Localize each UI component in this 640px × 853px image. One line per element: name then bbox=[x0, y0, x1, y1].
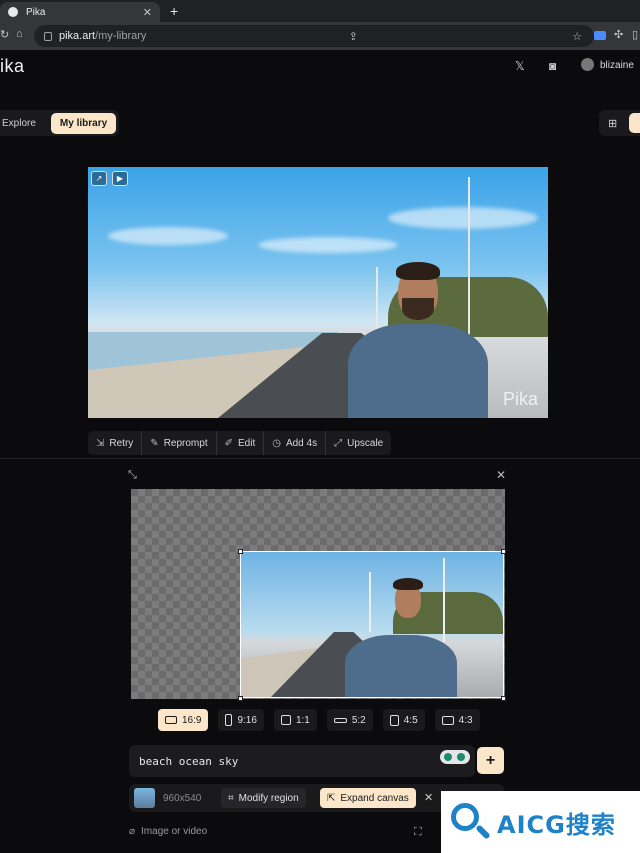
browser-tab[interactable]: Pika ✕ bbox=[0, 2, 160, 22]
resize-handle-top-right[interactable] bbox=[501, 549, 506, 554]
edit-button[interactable]: ✐ Edit bbox=[217, 431, 265, 455]
landscape-icon bbox=[441, 715, 454, 725]
retry-icon: ⇲ bbox=[96, 437, 105, 449]
sidebar-icon[interactable]: ▯ bbox=[632, 28, 638, 41]
collapse-icon[interactable]: ⤡ bbox=[128, 469, 137, 482]
magnifier-icon bbox=[449, 801, 491, 843]
portrait-icon bbox=[225, 714, 233, 726]
pika-watermark: Pika bbox=[502, 389, 538, 409]
resize-handle-bottom-left[interactable] bbox=[238, 696, 243, 701]
portrait-icon bbox=[389, 714, 399, 726]
aspect-ratio-selector: 16:9 9:16 1:1 5:2 4:5 4:3 bbox=[158, 709, 480, 731]
source-thumbnail[interactable] bbox=[134, 788, 155, 808]
ratio-4-3[interactable]: 4:3 bbox=[434, 709, 480, 731]
ratio-5-2[interactable]: 5:2 bbox=[326, 709, 373, 731]
section-divider bbox=[0, 458, 640, 459]
video-dimensions: 960x540 bbox=[163, 793, 202, 804]
retry-button[interactable]: ⇲ Retry bbox=[88, 431, 143, 455]
reload-icon[interactable]: ↻ bbox=[0, 28, 9, 41]
ratio-1-1[interactable]: 1:1 bbox=[273, 709, 317, 731]
home-icon[interactable]: ⌂ bbox=[16, 28, 23, 40]
sky-cloud bbox=[108, 227, 228, 245]
aicg-watermark: AICG搜索 bbox=[441, 791, 640, 853]
pika-favicon-icon bbox=[8, 7, 18, 17]
sky-cloud bbox=[258, 237, 398, 253]
fullscreen-icon[interactable]: ⛶ bbox=[414, 826, 422, 839]
model-toggle-icon[interactable] bbox=[440, 750, 470, 764]
ratio-16-9[interactable]: 16:9 bbox=[158, 709, 209, 731]
landscape-icon bbox=[165, 716, 177, 724]
wide-icon bbox=[333, 717, 347, 723]
discord-icon[interactable]: ◙ bbox=[549, 59, 556, 73]
share-icon[interactable]: ⇪ bbox=[349, 30, 358, 43]
pika-logo[interactable]: ika bbox=[0, 56, 25, 77]
bookmark-star-icon[interactable]: ☆ bbox=[572, 30, 582, 43]
puzzle-extensions-icon[interactable]: ✣ bbox=[614, 28, 623, 41]
tab-close-icon[interactable]: ✕ bbox=[143, 6, 152, 19]
address-bar[interactable]: pika.art /my-library ⇪ ☆ bbox=[34, 25, 594, 47]
username[interactable]: blizaine bbox=[600, 60, 634, 71]
brush-icon: ✐ bbox=[224, 437, 233, 449]
sky-cloud bbox=[388, 207, 538, 229]
extension-icon[interactable] bbox=[594, 31, 606, 40]
expand-canvas-icon: ⇱ bbox=[327, 792, 336, 804]
x-twitter-icon[interactable]: 𝕏 bbox=[515, 59, 525, 73]
url-host: pika.art bbox=[59, 30, 96, 42]
generated-video[interactable]: ↗ ▶ Pika bbox=[88, 167, 548, 418]
prompt-input[interactable]: beach ocean sky bbox=[129, 745, 475, 777]
url-path: /my-library bbox=[95, 30, 147, 42]
new-tab-button[interactable]: + bbox=[170, 3, 178, 19]
generate-plus-button[interactable]: + bbox=[477, 747, 504, 774]
lock-icon bbox=[44, 31, 52, 41]
library-nav: Explore My library bbox=[0, 110, 120, 136]
reprompt-button[interactable]: ✎ Reprompt bbox=[142, 431, 217, 455]
close-panel-icon[interactable]: ✕ bbox=[496, 468, 506, 482]
resize-handle-bottom-right[interactable] bbox=[501, 696, 506, 701]
tab-my-library[interactable]: My library bbox=[50, 112, 117, 134]
tab-explore[interactable]: Explore bbox=[0, 113, 45, 134]
avatar[interactable] bbox=[581, 58, 594, 71]
resize-handle-top-left[interactable] bbox=[238, 549, 243, 554]
attach-media-button[interactable]: ⌀ Image or video bbox=[129, 826, 207, 837]
add-4s-button[interactable]: ◷ Add 4s bbox=[264, 431, 327, 455]
close-expand-icon[interactable]: ✕ bbox=[424, 791, 433, 804]
open-external-icon[interactable]: ↗ bbox=[91, 171, 107, 186]
clock-plus-icon: ◷ bbox=[272, 437, 281, 449]
play-icon[interactable]: ▶ bbox=[112, 171, 128, 186]
ratio-4-5[interactable]: 4:5 bbox=[382, 709, 425, 731]
man-in-video bbox=[348, 262, 488, 418]
source-video-frame[interactable] bbox=[240, 551, 504, 698]
tab-title: Pika bbox=[26, 6, 46, 18]
aicg-watermark-text: AICG搜索 bbox=[497, 810, 616, 839]
square-icon bbox=[280, 715, 291, 725]
expand-arrows-icon: ⤢ bbox=[334, 437, 343, 449]
view-toggle: ⊞ bbox=[599, 110, 640, 136]
paperclip-icon: ⌀ bbox=[129, 826, 136, 837]
grid-view-icon[interactable]: ⊞ bbox=[608, 117, 617, 130]
expand-canvas-button[interactable]: ⇱ Expand canvas bbox=[320, 788, 416, 808]
browser-tab-bar: Pika ✕ + bbox=[0, 0, 640, 22]
region-select-icon: ⌗ bbox=[228, 792, 234, 804]
list-view-icon[interactable] bbox=[629, 113, 640, 133]
edit-pencil-icon: ✎ bbox=[150, 437, 159, 449]
browser-toolbar: ↻ ⌂ pika.art /my-library ⇪ ☆ ✣ ▯ bbox=[0, 22, 640, 50]
upscale-button[interactable]: ⤢ Upscale bbox=[326, 431, 391, 455]
ratio-9-16[interactable]: 9:16 bbox=[218, 709, 264, 731]
modify-region-button[interactable]: ⌗ Modify region bbox=[221, 788, 306, 808]
video-actions: ⇲ Retry ✎ Reprompt ✐ Edit ◷ Add 4s ⤢ Ups… bbox=[88, 431, 392, 455]
